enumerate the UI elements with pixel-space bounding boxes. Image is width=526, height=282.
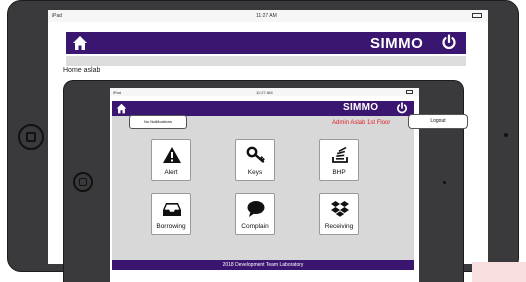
front-home-icon[interactable]	[116, 103, 127, 114]
stack-icon	[332, 146, 348, 163]
borrowing-tile-label: Borrowing	[156, 223, 186, 230]
bhp-tile-label: BHP	[332, 169, 346, 176]
battery-icon	[472, 13, 482, 18]
complain-tile[interactable]: Complain	[235, 193, 275, 235]
logout-button[interactable]: Logout	[408, 114, 468, 129]
bhp-tile[interactable]: BHP	[319, 139, 359, 181]
receiving-tile[interactable]: Receiving	[319, 193, 359, 235]
back-status-carrier: iPad	[52, 13, 63, 19]
key-icon	[246, 146, 265, 163]
footer-bar: 2018 Development Team Laboratory	[112, 260, 414, 270]
receiving-tile-label: Receiving	[324, 223, 354, 230]
front-power-icon[interactable]	[396, 102, 408, 114]
back-app-title: SIMMO	[370, 35, 424, 52]
borrowing-tile[interactable]: Borrowing	[151, 193, 191, 235]
back-status-bar: iPad 11:27 AM	[48, 10, 488, 22]
background-pink-strip	[472, 262, 526, 282]
front-app-title: SIMMO	[343, 102, 379, 113]
back-breadcrumb-strip	[66, 56, 466, 66]
back-status-time: 11:27 AM	[256, 13, 277, 19]
back-camera-dot	[504, 133, 508, 137]
admin-location-text: Admin Aslab 1st Floor	[332, 120, 391, 126]
inbox-icon	[163, 203, 181, 216]
keys-tile[interactable]: Keys	[235, 139, 275, 181]
back-home-button-square-icon	[26, 132, 36, 142]
front-status-time: 11:27 AM	[256, 90, 273, 95]
keys-tile-label: Keys	[247, 169, 263, 176]
front-status-bar: iPad 11:27 AM	[110, 88, 419, 96]
notification-dropdown[interactable]: No Notifications	[129, 115, 187, 129]
alert-tile-label: Alert	[164, 169, 178, 176]
front-camera-dot	[443, 181, 446, 184]
breadcrumb: Home aslab	[63, 67, 101, 74]
front-status-carrier: iPad	[113, 90, 122, 95]
alert-tile[interactable]: Alert	[151, 139, 191, 181]
complain-tile-label: Complain	[241, 223, 269, 230]
back-power-icon[interactable]	[441, 34, 457, 50]
chat-bubble-icon	[247, 201, 265, 217]
dropbox-icon	[331, 201, 349, 217]
warning-icon	[163, 147, 181, 163]
back-home-icon[interactable]	[72, 35, 88, 51]
battery-icon	[406, 90, 413, 94]
front-home-button-square-icon	[79, 178, 87, 186]
